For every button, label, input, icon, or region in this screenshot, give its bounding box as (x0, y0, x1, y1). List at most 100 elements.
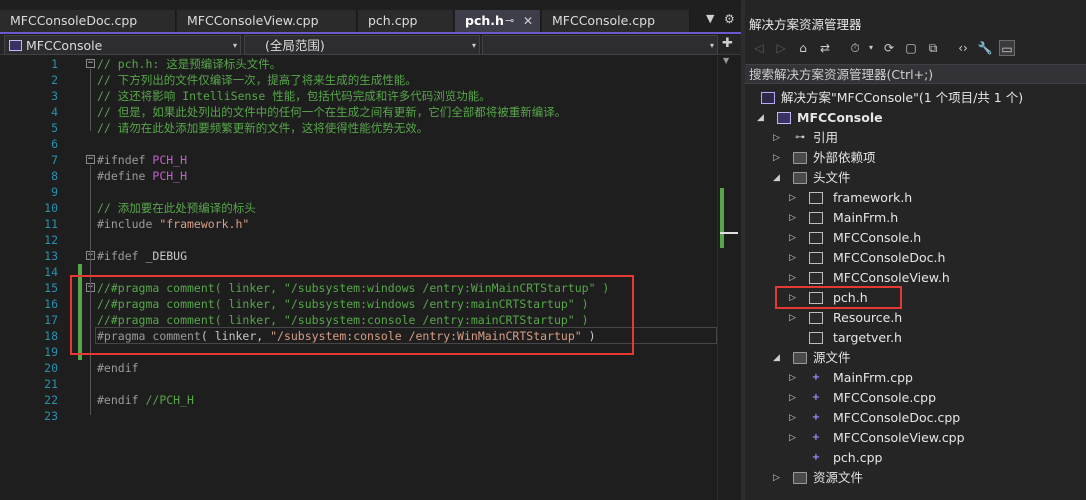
tree-item-file[interactable]: ▷ + MFCConsole.cpp (745, 388, 1086, 408)
tree-item-file[interactable]: ▷ + MainFrm.cpp (745, 368, 1086, 388)
expand-icon[interactable]: ▷ (789, 228, 799, 248)
chevron-down-icon: ▾ (709, 41, 714, 50)
cpp-file-icon: + (811, 432, 821, 443)
navigation-bar: MFCConsole ▾ (全局范围) ▾ ▾ ✚ (0, 35, 741, 55)
code-line: // pch.h: 这是预编译标头文件。 (97, 57, 282, 71)
scroll-up-icon[interactable]: ▼ (723, 56, 729, 65)
tab-pch-cpp[interactable]: pch.cpp (358, 10, 454, 32)
split-window-icon[interactable]: ✚ (722, 36, 733, 51)
tree-item-source-files[interactable]: ◢ 源文件 (745, 348, 1086, 368)
tree-item-project[interactable]: ◢ MFCConsole (745, 108, 1086, 128)
expand-icon[interactable]: ▷ (773, 468, 783, 488)
panel-title: 解决方案资源管理器 (749, 17, 862, 32)
expand-icon[interactable]: ▷ (789, 388, 799, 408)
code-line: // 下方列出的文件仅编译一次，提高了将来生成的生成性能。 (97, 73, 417, 87)
vertical-scrollbar[interactable]: ▼ (717, 56, 741, 500)
tree-item-file[interactable]: ▷ MainFrm.h (745, 208, 1086, 228)
tree-item-file[interactable]: ▷ + MFCConsoleView.cpp (745, 428, 1086, 448)
tree-item-solution[interactable]: 解决方案"MFCConsole"(1 个项目/共 1 个) (745, 88, 1086, 108)
cpp-file-icon: + (811, 452, 821, 463)
code-editor: MFCConsoleDoc.cpp MFCConsoleView.cpp pch… (0, 0, 741, 500)
folder-icon (793, 352, 807, 364)
show-all-files-icon[interactable]: ⧉ (925, 40, 941, 56)
header-file-icon (809, 232, 823, 244)
expand-icon[interactable]: ▷ (789, 308, 799, 328)
tree-item-file[interactable]: ▷ MFCConsoleView.h (745, 268, 1086, 288)
tree-item-header-files[interactable]: ◢ 头文件 (745, 168, 1086, 188)
forward-icon[interactable]: ▷ (773, 40, 789, 56)
cpp-file-icon: + (811, 372, 821, 383)
code-line: // 但是，如果此处列出的文件中的任何一个在生成之间有更新，它们全部都将被重新编… (97, 105, 567, 119)
chevron-down-icon[interactable]: ▾ (863, 40, 879, 56)
tree-item-file[interactable]: + pch.cpp (745, 448, 1086, 468)
tab-pch-h[interactable]: pch.h ⊸ ✕ (455, 10, 541, 32)
preview-selected-icon[interactable]: ▭ (999, 40, 1015, 56)
wrench-icon[interactable]: 🔧 (977, 40, 993, 56)
code-line: // 这还将影响 IntelliSense 性能，包括代码完成和许多代码浏览功能… (97, 89, 491, 103)
home-icon[interactable]: ⌂ (795, 40, 811, 56)
project-icon (9, 40, 22, 51)
switch-views-icon[interactable]: ⇄ (817, 40, 833, 56)
tab-mfcconsole-cpp[interactable]: MFCConsole.cpp (542, 10, 690, 32)
collapse-icon[interactable]: ◢ (773, 168, 783, 188)
tree-item-file[interactable]: ▷ Resource.h (745, 308, 1086, 328)
references-icon: ⊶ (795, 132, 805, 143)
scroll-change-marker (720, 188, 724, 248)
highlight-annotation-box (70, 275, 634, 355)
sync-icon[interactable]: ⟳ (881, 40, 897, 56)
scope-dropdown[interactable]: (全局范围) ▾ (244, 35, 480, 55)
code-line: #endif (97, 361, 139, 375)
member-dropdown[interactable]: ▾ (482, 35, 718, 55)
expand-icon[interactable]: ▷ (789, 248, 799, 268)
tree-item-external-dependencies[interactable]: ▷ 外部依赖项 (745, 148, 1086, 168)
expand-icon[interactable]: ▷ (789, 188, 799, 208)
tree-item-resource-files[interactable]: ▷ 资源文件 (745, 468, 1086, 488)
expand-icon[interactable]: ▷ (773, 148, 783, 168)
project-dropdown[interactable]: MFCConsole ▾ (4, 35, 241, 55)
document-tab-bar: MFCConsoleDoc.cpp MFCConsoleView.cpp pch… (0, 8, 741, 34)
tree-item-file[interactable]: ▷ framework.h (745, 188, 1086, 208)
expand-icon[interactable]: ▷ (789, 408, 799, 428)
header-file-icon (809, 332, 823, 344)
code-line: #define PCH_H (97, 169, 188, 183)
expand-icon[interactable]: ▷ (773, 128, 783, 148)
tab-mfcconsoledoc-cpp[interactable]: MFCConsoleDoc.cpp (0, 10, 176, 32)
settings-icon[interactable]: ⚙ (724, 12, 735, 26)
collapse-icon[interactable]: ◢ (773, 348, 783, 368)
header-file-icon (809, 272, 823, 284)
code-line: #include "framework.h" (97, 217, 250, 231)
tree-item-file[interactable]: ▷ + MFCConsoleDoc.cpp (745, 408, 1086, 428)
code-line: #endif //PCH_H (97, 393, 194, 407)
scroll-caret-marker (720, 232, 738, 234)
expand-icon[interactable]: ▷ (789, 428, 799, 448)
tree-item-file[interactable]: targetver.h (745, 328, 1086, 348)
collapse-all-icon[interactable]: ▢ (903, 40, 919, 56)
tab-overflow-icon[interactable]: ▼ (706, 12, 714, 25)
solution-explorer: 解决方案资源管理器 ◁ ▷ ⌂ ⇄ ⏱ ▾ ⟳ ▢ ⧉ ‹› 🔧 ▭ 搜索解决方… (745, 0, 1086, 500)
code-line: // 请勿在此处添加要频繁更新的文件，这将使得性能优势无效。 (97, 121, 429, 135)
back-icon[interactable]: ◁ (751, 40, 767, 56)
project-icon (777, 112, 791, 124)
tab-mfcconsoleview-cpp[interactable]: MFCConsoleView.cpp (177, 10, 357, 32)
expand-icon[interactable]: ▷ (789, 268, 799, 288)
tree-item-file[interactable]: ▷ MFCConsoleDoc.h (745, 248, 1086, 268)
expand-icon[interactable]: ▷ (789, 208, 799, 228)
header-file-icon (809, 312, 823, 324)
code-view-icon[interactable]: ‹› (955, 40, 971, 56)
close-icon[interactable]: ✕ (523, 10, 533, 32)
solution-icon (761, 92, 775, 104)
expand-icon[interactable]: ▷ (789, 368, 799, 388)
highlight-annotation-box (775, 286, 902, 309)
solution-search-input[interactable]: 搜索解决方案资源管理器(Ctrl+;) (745, 64, 1086, 84)
pin-icon[interactable]: ⊸ (505, 10, 514, 32)
solution-explorer-toolbar: ◁ ▷ ⌂ ⇄ ⏱ ▾ ⟳ ▢ ⧉ ‹› 🔧 ▭ (745, 38, 1086, 60)
folder-icon (793, 472, 807, 484)
cpp-file-icon: + (811, 392, 821, 403)
collapse-icon[interactable]: ◢ (757, 108, 767, 128)
history-icon[interactable]: ⏱ (847, 40, 863, 56)
tree-item-file[interactable]: ▷ MFCConsole.h (745, 228, 1086, 248)
tree-item-references[interactable]: ▷ ⊶ 引用 (745, 128, 1086, 148)
header-file-icon (809, 252, 823, 264)
header-file-icon (809, 192, 823, 204)
external-deps-icon (793, 152, 807, 164)
